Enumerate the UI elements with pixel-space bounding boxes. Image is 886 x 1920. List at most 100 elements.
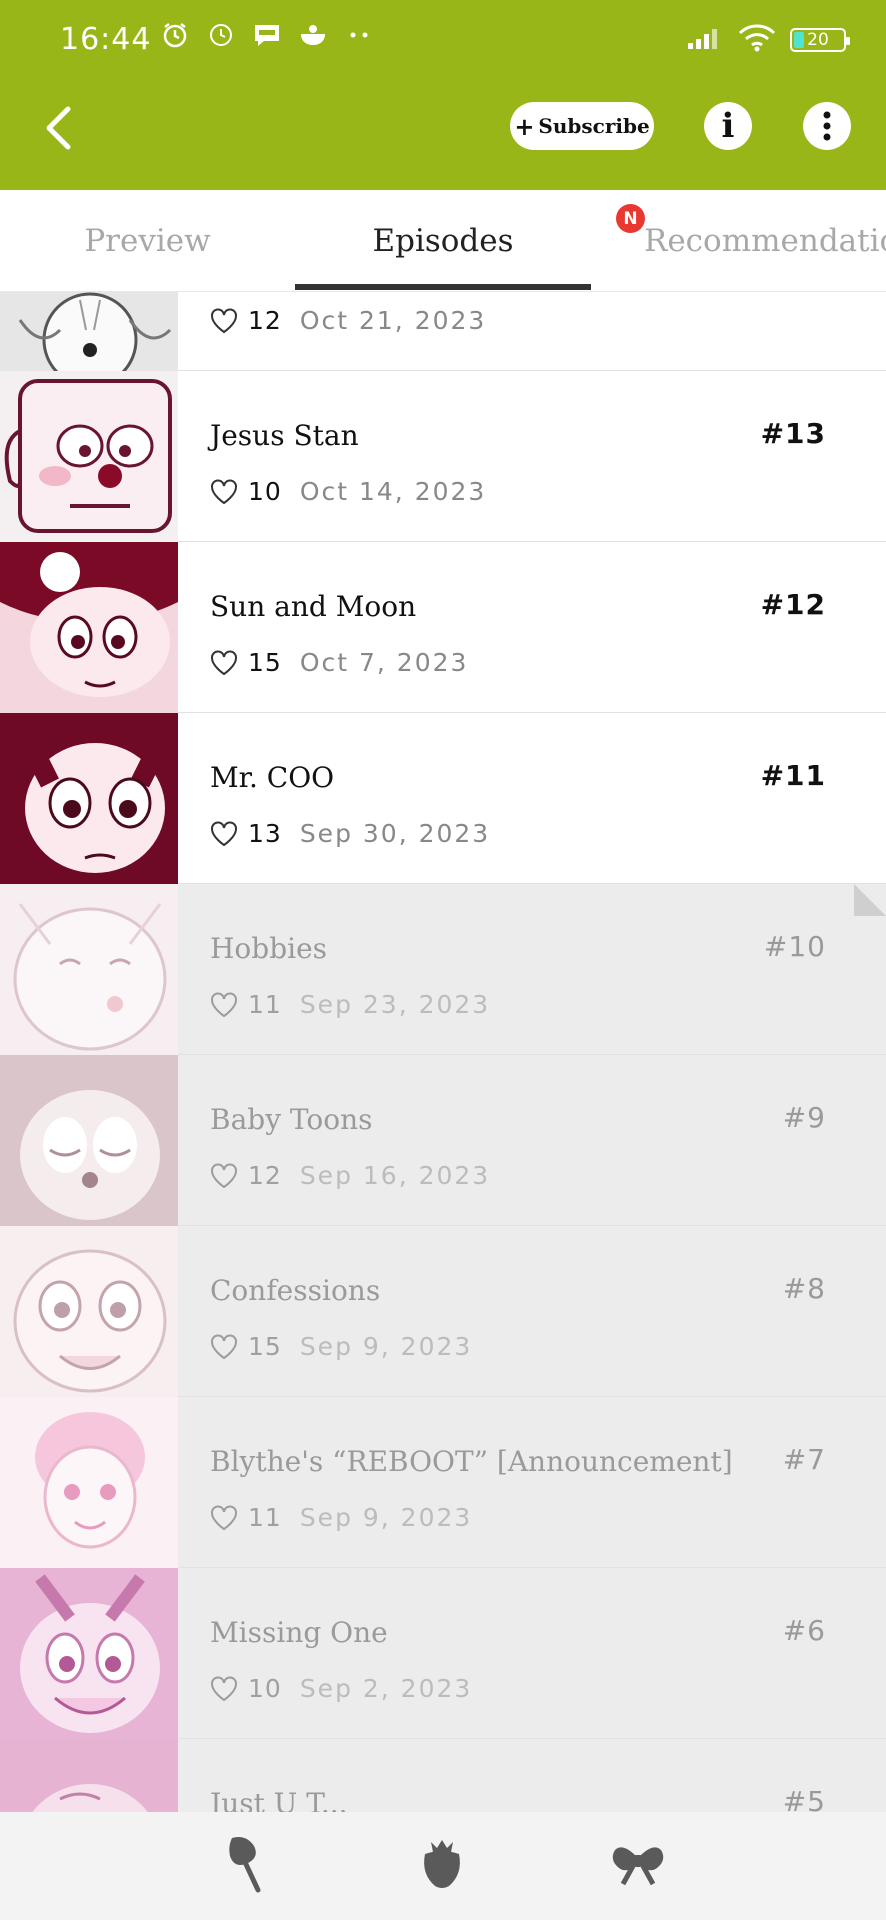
episode-date: Sep 9, 2023 [299,1503,473,1532]
clock-icon [206,20,236,50]
episode-row-locked[interactable]: Blythe's “REBOOT” [Announcement] #7 11 S… [0,1397,886,1568]
webtoon-app-icon [252,20,282,50]
like-count: 13 [248,819,282,848]
episode-title: Jesus Stan [210,419,359,452]
subscribe-button[interactable]: + Subscribe [510,102,654,150]
episode-thumbnail [0,1568,178,1739]
episode-meta: 10 Sep 2, 2023 [210,1674,472,1703]
tab-preview[interactable]: Preview [0,190,295,292]
more-notifications-icon [344,20,374,50]
nav-lollipop-button[interactable] [215,1832,279,1896]
episode-thumbnail [0,1739,178,1812]
like-count: 11 [248,1503,282,1532]
episode-thumbnail [0,713,178,884]
more-options-button[interactable] [803,102,851,150]
episode-thumbnail [0,1397,178,1568]
tab-bar: Preview Episodes Recommendation N [0,190,886,292]
like-count: 10 [248,1674,282,1703]
episode-title: Mr. COO [210,761,335,794]
episode-list-screen: 16:44 20 + Subscribe i Preview Episodes … [0,0,886,1920]
vertical-dots-icon [823,111,831,141]
app-header: 16:44 20 + Subscribe i [0,0,886,190]
episode-row[interactable]: Mr. COO #11 13 Sep 30, 2023 [0,713,886,884]
episode-date: Sep 16, 2023 [299,1161,491,1190]
episode-thumbnail [0,1226,178,1397]
episode-meta: 12 Sep 16, 2023 [210,1161,490,1190]
like-count: 15 [248,648,282,677]
info-button[interactable]: i [704,102,752,150]
episode-date: Sep 2, 2023 [299,1674,473,1703]
episode-meta: 12 Oct 21, 2023 [210,306,486,335]
episode-thumbnail [0,542,178,713]
lollipop-icon [229,1837,261,1893]
heart-icon [211,1505,237,1530]
heart-icon [211,992,237,1017]
bottom-navigation [0,1812,886,1920]
like-count: 12 [248,306,282,335]
episode-number: #10 [763,930,826,963]
episode-row[interactable]: 12 Oct 21, 2023 [0,292,886,371]
new-badge: N [616,204,645,233]
bow-icon [612,1847,664,1886]
episode-meta: 10 Oct 14, 2023 [210,477,486,506]
tab-episodes[interactable]: Episodes [295,190,591,292]
episode-thumbnail [0,371,178,542]
episode-title: Blythe's “REBOOT” [Announcement] [210,1445,733,1478]
heart-icon [211,479,237,504]
status-time: 16:44 [60,22,152,57]
info-icon: i [721,106,735,146]
page-fold-icon [854,884,886,916]
episode-date: Sep 30, 2023 [299,819,491,848]
episode-number: #7 [782,1443,826,1476]
episode-row-locked[interactable]: Confessions #8 15 Sep 9, 2023 [0,1226,886,1397]
episode-number: #13 [760,417,826,450]
plus-icon: + [514,111,535,141]
episode-title: Hobbies [210,932,328,965]
active-tab-indicator [295,284,591,290]
episode-title: Baby Toons [210,1103,373,1136]
episode-meta: 13 Sep 30, 2023 [210,819,490,848]
episode-thumbnail [0,884,178,1055]
heart-icon [211,1676,237,1701]
episode-row-locked[interactable]: Just U T... #5 [0,1739,886,1812]
episode-title: Just U T... [210,1787,348,1812]
episode-meta: 11 Sep 23, 2023 [210,990,490,1019]
episode-date: Oct 14, 2023 [299,477,487,506]
episode-list: 12 Oct 21, 2023 Jesus Stan #13 10 Oct 14… [0,292,886,1812]
heart-icon [211,1334,237,1359]
heart-icon [211,308,237,333]
nav-bow-button[interactable] [606,1832,670,1896]
episode-row-locked[interactable]: Baby Toons #9 12 Sep 16, 2023 [0,1055,886,1226]
battery-indicator: 20 [790,28,850,52]
episode-number: #9 [782,1101,826,1134]
episode-row-locked[interactable]: Hobbies #10 11 Sep 23, 2023 [0,884,886,1055]
episode-row-locked[interactable]: Missing One #6 10 Sep 2, 2023 [0,1568,886,1739]
episode-title: Confessions [210,1274,381,1307]
status-system-icons: 20 [686,24,850,56]
episode-number: #8 [782,1272,826,1305]
status-bar: 16:44 20 [0,0,886,80]
strawberry-icon [424,1840,460,1888]
episode-number: #12 [760,588,826,621]
episode-thumbnail [0,292,178,371]
episode-row[interactable]: Jesus Stan #13 10 Oct 14, 2023 [0,371,886,542]
heart-icon [211,821,237,846]
episode-title: Missing One [210,1616,388,1649]
episode-title: Sun and Moon [210,590,417,623]
like-count: 12 [248,1161,282,1190]
episode-meta: 15 Sep 9, 2023 [210,1332,472,1361]
alarm-icon [160,20,190,50]
heart-icon [211,650,237,675]
chevron-left-icon [46,106,71,150]
wifi-icon [738,24,776,56]
like-count: 10 [248,477,282,506]
episode-date: Oct 21, 2023 [299,306,487,335]
episode-meta: 11 Sep 9, 2023 [210,1503,472,1532]
nav-strawberry-button[interactable] [410,1832,474,1896]
episode-row[interactable]: Sun and Moon #12 15 Oct 7, 2023 [0,542,886,713]
episode-number: #11 [760,759,826,792]
like-count: 11 [248,990,282,1019]
subscribe-label: Subscribe [538,114,650,138]
back-button[interactable] [38,100,78,156]
signal-icon [686,26,724,54]
